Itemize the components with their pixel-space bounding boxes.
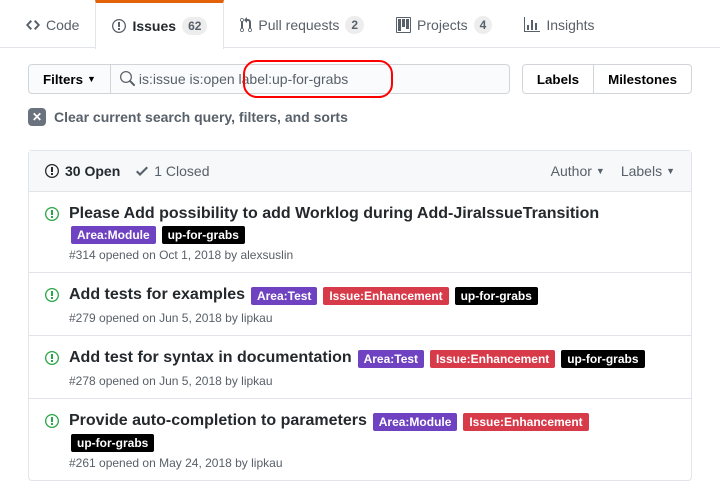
issue-open-icon (45, 287, 59, 325)
label-pill[interactable]: up-for-grabs (162, 226, 245, 244)
clear-text: Clear current search query, filters, and… (54, 109, 348, 125)
issue-body: Provide auto-completion to parameters Ar… (69, 409, 675, 469)
label-pill[interactable]: Area:Module (373, 413, 458, 431)
check-icon (136, 163, 148, 179)
issue-title[interactable]: Provide auto-completion to parameters (69, 412, 367, 429)
issue-meta: #278 opened on Jun 5, 2018 by lipkau (69, 374, 675, 388)
issue-title[interactable]: Please Add possibility to add Worklog du… (69, 205, 599, 222)
issue-row: Provide auto-completion to parameters Ar… (29, 399, 691, 479)
labels-milestones-group: Labels Milestones (522, 64, 692, 94)
caret-down-icon: ▼ (87, 74, 96, 84)
caret-down-icon: ▼ (596, 166, 605, 176)
closed-count: 1 Closed (154, 163, 209, 179)
pulls-count: 2 (345, 16, 364, 34)
issue-icon (112, 18, 126, 34)
tab-issues-label: Issues (132, 18, 176, 34)
label-pill[interactable]: up-for-grabs (561, 350, 644, 368)
label-pill[interactable]: Area:Test (251, 287, 317, 305)
filters-label: Filters (43, 72, 83, 87)
search-input[interactable] (135, 65, 501, 93)
close-icon: ✕ (28, 108, 46, 126)
issue-title[interactable]: Add tests for examples (69, 286, 245, 303)
milestones-button[interactable]: Milestones (593, 64, 692, 94)
issue-body: Add test for syntax in documentation Are… (69, 346, 675, 388)
tab-code[interactable]: Code (10, 0, 95, 47)
filter-search-group: Filters ▼ (28, 64, 510, 94)
issue-meta: #261 opened on May 24, 2018 by lipkau (69, 456, 675, 470)
search-wrap (111, 64, 510, 94)
label-pill[interactable]: Issue:Enhancement (430, 350, 555, 368)
tab-insights[interactable]: Insights (508, 0, 610, 47)
issue-open-icon (45, 206, 59, 262)
issue-open-icon (45, 350, 59, 388)
issue-open-icon (45, 413, 59, 469)
issues-count: 62 (182, 17, 207, 35)
issues-list: 30 Open 1 Closed Author ▼ Labels ▼ Pleas… (28, 150, 692, 481)
issue-row: Add tests for examples Area:Test Issue:E… (29, 273, 691, 336)
issue-title[interactable]: Add test for syntax in documentation (69, 349, 352, 366)
tab-projects[interactable]: Projects 4 (380, 0, 508, 48)
label-pill[interactable]: Area:Module (71, 226, 156, 244)
tab-insights-label: Insights (546, 17, 594, 33)
projects-count: 4 (474, 16, 493, 34)
closed-filter[interactable]: 1 Closed (136, 163, 209, 179)
issue-body: Please Add possibility to add Worklog du… (69, 202, 675, 262)
issue-meta: #279 opened on Jun 5, 2018 by lipkau (69, 311, 675, 325)
caret-down-icon: ▼ (666, 166, 675, 176)
project-icon (396, 17, 411, 33)
author-label: Author (551, 163, 592, 179)
issues-toolbar: Filters ▼ Labels Milestones (0, 48, 720, 104)
graph-icon (524, 17, 540, 33)
clear-filters[interactable]: ✕ Clear current search query, filters, a… (0, 104, 720, 140)
issue-row: Add test for syntax in documentation Are… (29, 336, 691, 399)
search-icon (119, 71, 135, 87)
labels-button[interactable]: Labels (522, 64, 593, 94)
repo-tabs: Code Issues 62 Pull requests 2 Projects … (0, 0, 720, 48)
labels-label: Labels (621, 163, 662, 179)
filters-button[interactable]: Filters ▼ (28, 64, 111, 94)
pull-request-icon (240, 17, 252, 33)
label-pill[interactable]: Issue:Enhancement (323, 287, 448, 305)
list-header: 30 Open 1 Closed Author ▼ Labels ▼ (29, 151, 691, 192)
author-dropdown[interactable]: Author ▼ (551, 163, 605, 179)
label-pill[interactable]: up-for-grabs (455, 287, 538, 305)
label-pill[interactable]: Area:Test (358, 350, 424, 368)
issue-body: Add tests for examples Area:Test Issue:E… (69, 283, 675, 325)
tab-code-label: Code (46, 17, 79, 33)
tab-pulls[interactable]: Pull requests 2 (224, 0, 380, 48)
open-filter[interactable]: 30 Open (45, 163, 120, 179)
issue-meta: #314 opened on Oct 1, 2018 by alexsuslin (69, 248, 675, 262)
labels-dropdown[interactable]: Labels ▼ (621, 163, 675, 179)
tab-issues[interactable]: Issues 62 (95, 0, 224, 49)
issue-open-icon (45, 163, 59, 179)
code-icon (26, 17, 40, 33)
label-pill[interactable]: Issue:Enhancement (463, 413, 588, 431)
tab-pulls-label: Pull requests (258, 17, 339, 33)
open-count: 30 Open (65, 163, 120, 179)
tab-projects-label: Projects (417, 17, 468, 33)
issue-row: Please Add possibility to add Worklog du… (29, 192, 691, 273)
label-pill[interactable]: up-for-grabs (71, 434, 154, 452)
